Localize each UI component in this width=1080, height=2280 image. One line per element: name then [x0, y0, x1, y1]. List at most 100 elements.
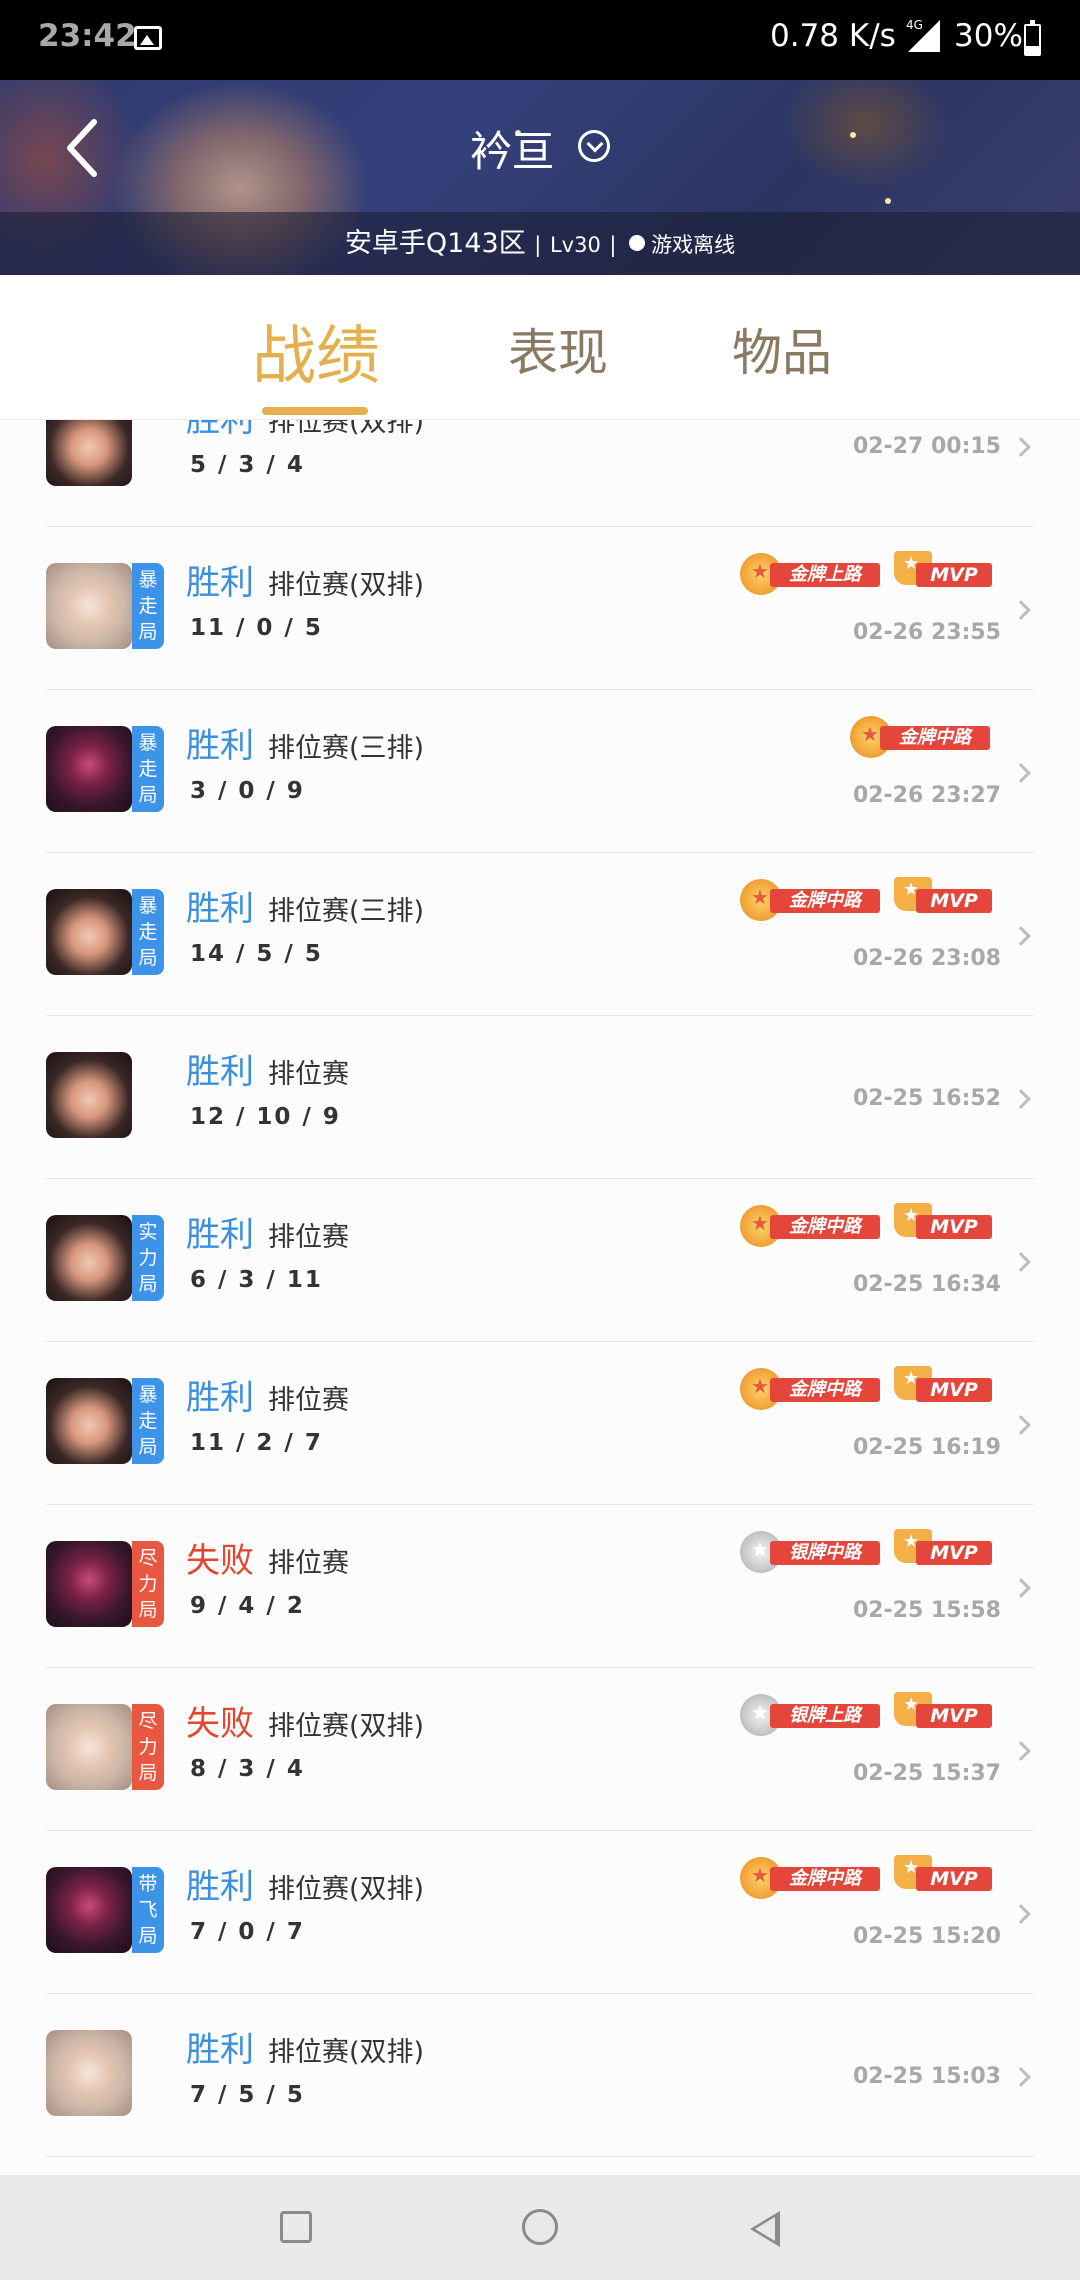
mvp-label: MVP	[916, 1215, 992, 1239]
match-row[interactable]: 暴走局胜利排位赛 11 / 2 / 7 金牌中路 MVP 02-25 16:19	[0, 1342, 1080, 1505]
lane-badge-label: 金牌中路	[880, 726, 990, 750]
match-result: 胜利	[186, 2030, 254, 2070]
match-mode: 排位赛(双排)	[268, 420, 425, 438]
match-mode: 排位赛(三排)	[268, 733, 425, 764]
match-row[interactable]: 暴走局胜利排位赛(三排) 3 / 0 / 9 金牌中路 02-26 23:27	[0, 690, 1080, 853]
match-tag: 暴走局	[132, 889, 164, 975]
tab-records[interactable]: 战绩	[252, 305, 380, 397]
status-bar: 23:42 0.78 K/s 4G 30%	[0, 0, 1080, 80]
match-mode: 排位赛(三排)	[268, 896, 425, 927]
tab-indicator	[262, 407, 368, 415]
match-mode: 排位赛	[268, 1222, 349, 1253]
match-mode: 排位赛(双排)	[268, 2037, 425, 2068]
match-mode: 排位赛	[268, 1059, 349, 1090]
match-time: 02-25 16:52	[852, 1086, 1001, 1111]
match-kda: 6 / 3 / 11	[190, 1267, 323, 1293]
match-mode: 排位赛	[268, 1385, 349, 1416]
mvp-label: MVP	[916, 1867, 992, 1891]
hero-avatar	[46, 420, 132, 486]
player-nickname[interactable]: 衿亘	[470, 118, 554, 179]
match-tag: 带飞局	[132, 1867, 164, 1953]
player-level: Lv30	[549, 233, 601, 257]
match-row[interactable]: 带飞局胜利排位赛(双排) 7 / 0 / 7 金牌中路 MVP 02-25 15:…	[0, 1831, 1080, 1994]
back-arrow-icon	[67, 119, 97, 177]
match-time: 02-26 23:08	[852, 946, 1001, 971]
mvp-label: MVP	[916, 563, 992, 587]
match-time: 02-25 15:20	[852, 1924, 1001, 1949]
match-result: 胜利	[186, 1378, 254, 1418]
lane-badge-label: 金牌中路	[770, 889, 880, 913]
match-row[interactable]: 尽力局失败排位赛 9 / 4 / 2 银牌中路 MVP 02-25 15:58	[0, 1505, 1080, 1668]
match-time: 02-25 16:19	[852, 1435, 1001, 1460]
match-mode: 排位赛(双排)	[268, 1711, 425, 1742]
player-info-strip: 安卓手Q143区 | Lv30 | 游戏离线	[0, 212, 1080, 275]
match-kda: 14 / 5 / 5	[190, 941, 323, 967]
tab-performance[interactable]: 表现	[508, 313, 608, 385]
server-name: 安卓手Q143区	[344, 228, 526, 259]
match-kda: 11 / 0 / 5	[190, 615, 323, 641]
match-result: 胜利	[186, 726, 254, 766]
match-tag: 暴走局	[132, 726, 164, 812]
chevron-right-icon	[1011, 1741, 1031, 1761]
match-kda: 7 / 5 / 5	[190, 2082, 305, 2108]
chevron-right-icon	[1011, 1904, 1031, 1924]
square-icon[interactable]	[280, 2211, 312, 2243]
match-row[interactable]: 暴走局胜利排位赛(双排) 11 / 0 / 5 金牌上路 MVP 02-26 23…	[0, 527, 1080, 690]
match-row[interactable]: 尽力局失败排位赛(双排) 8 / 3 / 4 银牌上路 MVP 02-25 15:…	[0, 1668, 1080, 1831]
match-kda: 9 / 4 / 2	[190, 1593, 305, 1619]
match-tag: 暴走局	[132, 563, 164, 649]
match-time: 02-25 15:37	[852, 1761, 1001, 1786]
match-kda: 7 / 0 / 7	[190, 1919, 305, 1945]
match-row[interactable]: 胜利 排位赛(双排) 5 / 3 / 4 02-27 00:15	[0, 420, 1080, 527]
hero-avatar	[46, 1541, 132, 1627]
match-kda: 11 / 2 / 7	[190, 1430, 323, 1456]
back-button[interactable]	[62, 118, 102, 178]
match-tag: 尽力局	[132, 1704, 164, 1790]
chevron-right-icon	[1011, 600, 1031, 620]
match-result: 胜利	[186, 420, 254, 440]
battery-icon	[1024, 20, 1041, 56]
match-list[interactable]: 胜利 排位赛(双排) 5 / 3 / 4 02-27 00:15 暴走局胜利 排位赛(双排…	[0, 420, 1080, 2175]
match-time: 02-25 16:34	[852, 1272, 1001, 1297]
match-kda: 3 / 0 / 9	[190, 778, 305, 804]
tab-items[interactable]: 物品	[732, 313, 832, 385]
hero-avatar	[46, 1704, 132, 1790]
mvp-label: MVP	[916, 1378, 992, 1402]
match-time: 02-25 15:03	[852, 2064, 1001, 2089]
star-dot	[850, 132, 856, 138]
circle-icon[interactable]	[522, 2209, 558, 2245]
system-nav-bar	[0, 2175, 1080, 2280]
chevron-right-icon	[1011, 926, 1031, 946]
star-dot	[885, 198, 891, 204]
match-result: 胜利	[186, 563, 254, 603]
match-row[interactable]: 实力局胜利排位赛 6 / 3 / 11 金牌中路 MVP 02-25 16:34	[0, 1179, 1080, 1342]
tab-bar: 战绩 表现 物品	[0, 275, 1080, 420]
lane-badge-label: 银牌中路	[770, 1541, 880, 1565]
lane-badge-label: 金牌中路	[770, 1867, 880, 1891]
battery-percent: 30%	[954, 18, 1023, 54]
match-time: 02-27 00:15	[852, 434, 1001, 459]
signal-icon	[908, 20, 940, 52]
chevron-right-icon	[1011, 763, 1031, 783]
online-status: 游戏离线	[651, 233, 736, 257]
match-row[interactable]: 暴走局胜利排位赛(三排) 14 / 5 / 5 金牌中路 MVP 02-26 23…	[0, 853, 1080, 1016]
chevron-right-icon	[1011, 1578, 1031, 1598]
match-result: 胜利	[186, 1052, 254, 1092]
match-row[interactable]: 胜利 排位赛(双排) 7 / 5 / 5 02-25 15:03	[0, 1994, 1080, 2157]
separator: |	[609, 233, 617, 257]
match-row[interactable]: 胜利 排位赛 12 / 10 / 9 02-25 16:52	[0, 1016, 1080, 1179]
chevron-right-icon	[1011, 1252, 1031, 1272]
match-mode: 排位赛	[268, 1548, 349, 1579]
chevron-circle-icon[interactable]	[578, 130, 610, 162]
network-speed: 0.78 K/s	[770, 18, 896, 54]
triangle-back-icon[interactable]	[750, 2211, 780, 2247]
match-kda: 12 / 10 / 9	[190, 1104, 341, 1130]
mvp-label: MVP	[916, 1541, 992, 1565]
separator: |	[534, 233, 542, 257]
match-result: 胜利	[186, 1215, 254, 1255]
lane-badge-label: 银牌上路	[770, 1704, 880, 1728]
match-result: 胜利	[186, 1867, 254, 1907]
match-result: 失败	[186, 1704, 254, 1744]
match-kda: 5 / 3 / 4	[190, 452, 305, 478]
hero-avatar	[46, 1378, 132, 1464]
